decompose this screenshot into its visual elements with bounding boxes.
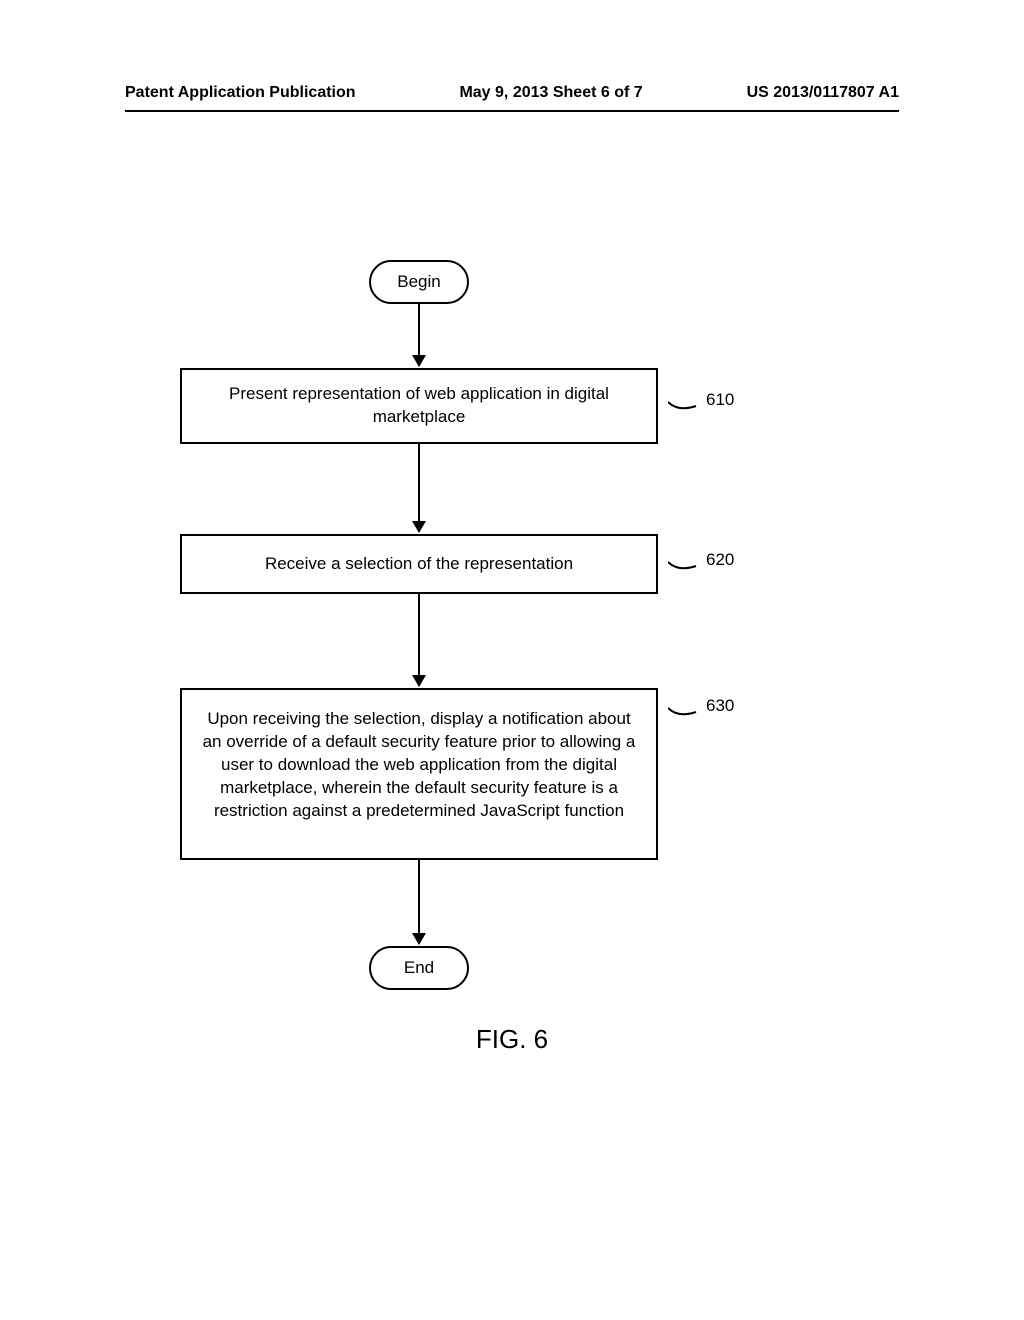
step1-text: Present representation of web applicatio…	[196, 383, 642, 429]
process-step-3: Upon receiving the selection, display a …	[180, 688, 658, 860]
ref-620: 620	[706, 550, 734, 570]
header-right: US 2013/0117807 A1	[747, 84, 899, 102]
end-label: End	[404, 958, 434, 978]
header-rule	[125, 110, 899, 112]
process-step-2: Receive a selection of the representatio…	[180, 534, 658, 594]
begin-label: Begin	[397, 272, 440, 292]
ref-630: 630	[706, 696, 734, 716]
arrow-down-icon	[418, 860, 420, 944]
process-step-1: Present representation of web applicatio…	[180, 368, 658, 444]
page-header: Patent Application Publication May 9, 20…	[125, 84, 899, 102]
arrow-down-icon	[418, 594, 420, 686]
leader-line-icon	[668, 704, 698, 718]
ref-610: 610	[706, 390, 734, 410]
figure-caption: FIG. 6	[0, 1024, 1024, 1055]
terminator-end: End	[369, 946, 469, 990]
leader-line-icon	[668, 398, 698, 412]
arrow-down-icon	[418, 444, 420, 532]
arrow-down-icon	[418, 304, 420, 366]
header-center: May 9, 2013 Sheet 6 of 7	[459, 84, 642, 102]
leader-line-icon	[668, 558, 698, 572]
terminator-begin: Begin	[369, 260, 469, 304]
step3-text: Upon receiving the selection, display a …	[196, 708, 642, 823]
step2-text: Receive a selection of the representatio…	[265, 553, 573, 576]
header-left: Patent Application Publication	[125, 84, 356, 102]
